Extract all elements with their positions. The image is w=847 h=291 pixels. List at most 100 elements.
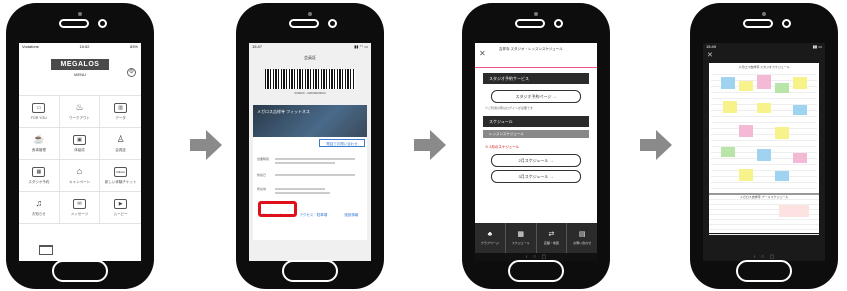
menu-item-body[interactable]: ▣ 体組成	[59, 128, 101, 160]
page-title: 会員証	[304, 55, 316, 60]
nav-item-contact[interactable]: ▤ お問い合わせ	[567, 223, 597, 253]
lesson-block	[793, 153, 807, 163]
menu-item-workout[interactable]: ♨ ワークアウト	[59, 96, 101, 128]
club-icon: ♣	[487, 231, 493, 238]
month-button-1[interactable]: 2月スケジュール →	[491, 154, 581, 167]
info-value-address-2	[275, 192, 330, 194]
lesson-block	[739, 81, 753, 91]
page-header: ✕ 吉祥寺 スタジオ・レッスンスケジュール	[475, 43, 597, 68]
nav-item-label: スケジュール	[511, 241, 530, 245]
nav-item-club[interactable]: ♣ クラブページ	[475, 223, 506, 253]
schedule-icon: ▦	[517, 231, 524, 238]
member-icon: ♙	[116, 134, 125, 144]
schedule-page-screen: ✕ 吉祥寺 スタジオ・レッスンスケジュール スタジオ予約サービス スタジオ予約ペ…	[475, 43, 597, 253]
studio-reserve-button[interactable]: スタジオ予約ページ →	[491, 90, 581, 103]
menu-item-message[interactable]: ✉ メッセージ	[59, 192, 101, 224]
gift-icon: ⌂	[76, 166, 83, 176]
close-icon[interactable]: ✕	[707, 51, 825, 59]
barcode-number: 000000 - 00000000000	[294, 91, 326, 95]
bell-icon: ♫	[35, 198, 43, 208]
menu-item-label: 食事管理	[31, 148, 46, 152]
month-button-2[interactable]: 3月スケジュール →	[491, 170, 581, 183]
menu-item-label: 新しい体験チケット	[104, 180, 137, 184]
menu-item-label: お知らせ	[31, 212, 46, 216]
nav-item-label: クラブページ	[480, 241, 499, 245]
status-time: 15:47	[252, 44, 263, 49]
close-icon[interactable]: ✕	[479, 49, 486, 58]
menu-item-ticket[interactable]: MEGA 新しい体験チケット	[100, 160, 141, 192]
info-value-closed	[275, 174, 355, 176]
home-button[interactable]	[508, 260, 564, 282]
schedule-grid	[711, 73, 817, 189]
lesson-block	[779, 205, 809, 217]
scale-icon: ▣	[72, 135, 86, 145]
info-value-hours	[275, 158, 355, 160]
earpiece-speaker	[515, 19, 545, 28]
lesson-block	[721, 77, 735, 89]
lesson-block	[793, 105, 807, 115]
menu-item-member[interactable]: ♙ 会員証	[100, 128, 141, 160]
home-button[interactable]	[282, 260, 338, 282]
nav-item-schedule[interactable]: ▦ スケジュール	[506, 223, 537, 253]
menu-item-label: スタジオ予約	[28, 180, 50, 184]
front-camera	[534, 12, 538, 16]
menu-grid: ▭ FOR YOU ♨ ワークアウト ▥ データ ☕ 食事管理 ▣ 体組成 ♙ 会員証 ▦ ス…	[19, 95, 141, 224]
proximity-sensor	[782, 19, 791, 28]
menu-item-label: 会員証	[115, 148, 126, 152]
earpiece-speaker	[743, 19, 773, 28]
next-step-arrow-icon	[414, 130, 446, 160]
menu-item-meal[interactable]: ☕ 食事管理	[19, 128, 60, 160]
call-button[interactable]: 電話でお問い合わせ	[319, 139, 365, 147]
lesson-block	[757, 149, 771, 161]
menu-item-label: ワークアウト	[68, 116, 90, 120]
lesson-block	[757, 103, 771, 113]
calendar-icon: ▦	[32, 167, 46, 177]
status-time: 15:49	[706, 44, 717, 49]
lesson-block	[721, 147, 735, 157]
menu-item-for-you[interactable]: ▭ FOR YOU	[19, 96, 60, 128]
menu-item-news[interactable]: ♫ お知らせ	[19, 192, 60, 224]
info-value-address	[275, 188, 325, 190]
phone-step-1: Vodafone 15:52 83% MEGALOS MENU ⚙ ▭ FOR Y…	[6, 3, 154, 289]
menu-item-label: ムービー	[113, 212, 128, 216]
club-info-card: メガロス吉祥寺 フィットネス 電話でお問い合わせ 営業時間 休館日 所在地 スケ…	[253, 105, 367, 240]
nav-item-label: 店舗・地図	[543, 241, 559, 245]
schedule-highlight-box	[258, 201, 297, 217]
menu-item-studio-reserve[interactable]: ▦ スタジオ予約	[19, 160, 60, 192]
tab-facility[interactable]: 施設情報	[344, 213, 358, 218]
signal-icon: ▮▮ ◠ ▭	[354, 44, 368, 49]
lesson-block	[775, 127, 789, 139]
workout-icon: ♨	[75, 102, 84, 112]
proximity-sensor	[328, 19, 337, 28]
lesson-block	[739, 125, 753, 137]
menu-item-campaign[interactable]: ⌂ キャンペーン	[59, 160, 101, 192]
nav-item-map[interactable]: ⇄ 店舗・地図	[537, 223, 568, 253]
tab-access[interactable]: アクセス・駐車場	[299, 213, 327, 218]
lesson-block	[757, 75, 771, 89]
cart-icon[interactable]	[39, 245, 53, 255]
nav-item-label: お問い合わせ	[573, 241, 592, 245]
member-card-screen: 15:47 ▮▮ ◠ ▭ 会員証 000000 - 00000000000 メガ…	[249, 43, 371, 261]
info-label-closed: 休館日	[257, 173, 267, 177]
app-menu-screen: Vodafone 15:52 83% MEGALOS MENU ⚙ ▭ FOR Y…	[19, 43, 141, 261]
card-icon: ▭	[32, 103, 46, 113]
home-button[interactable]	[52, 260, 108, 282]
menu-item-data[interactable]: ▥ データ	[100, 96, 141, 128]
sheet2-title: メガロス吉祥寺 プールスケジュール	[709, 195, 819, 199]
page-title: 吉祥寺 スタジオ・レッスンスケジュール	[499, 47, 563, 51]
info-label-address: 所在地	[257, 187, 267, 191]
status-bar: 15:49 ▮▮ ▭	[703, 43, 825, 51]
menu-title: MENU	[74, 72, 86, 77]
brand-logo: MEGALOS	[51, 59, 109, 70]
ticket-icon: MEGA	[114, 167, 128, 177]
menu-item-movie[interactable]: ▶ ムービー	[100, 192, 141, 224]
status-time: 15:52	[79, 44, 90, 49]
club-name: メガロス吉祥寺 フィットネス	[257, 109, 311, 114]
gear-icon[interactable]: ⚙	[127, 68, 136, 77]
home-button[interactable]	[736, 260, 792, 282]
menu-header: MEGALOS MENU ⚙	[19, 59, 141, 95]
lesson-schedule-label: レッスンスケジュール	[483, 130, 589, 138]
signal-icon: ▮▮ ▭	[812, 44, 822, 49]
proximity-sensor	[554, 19, 563, 28]
data-icon: ▥	[114, 103, 128, 113]
